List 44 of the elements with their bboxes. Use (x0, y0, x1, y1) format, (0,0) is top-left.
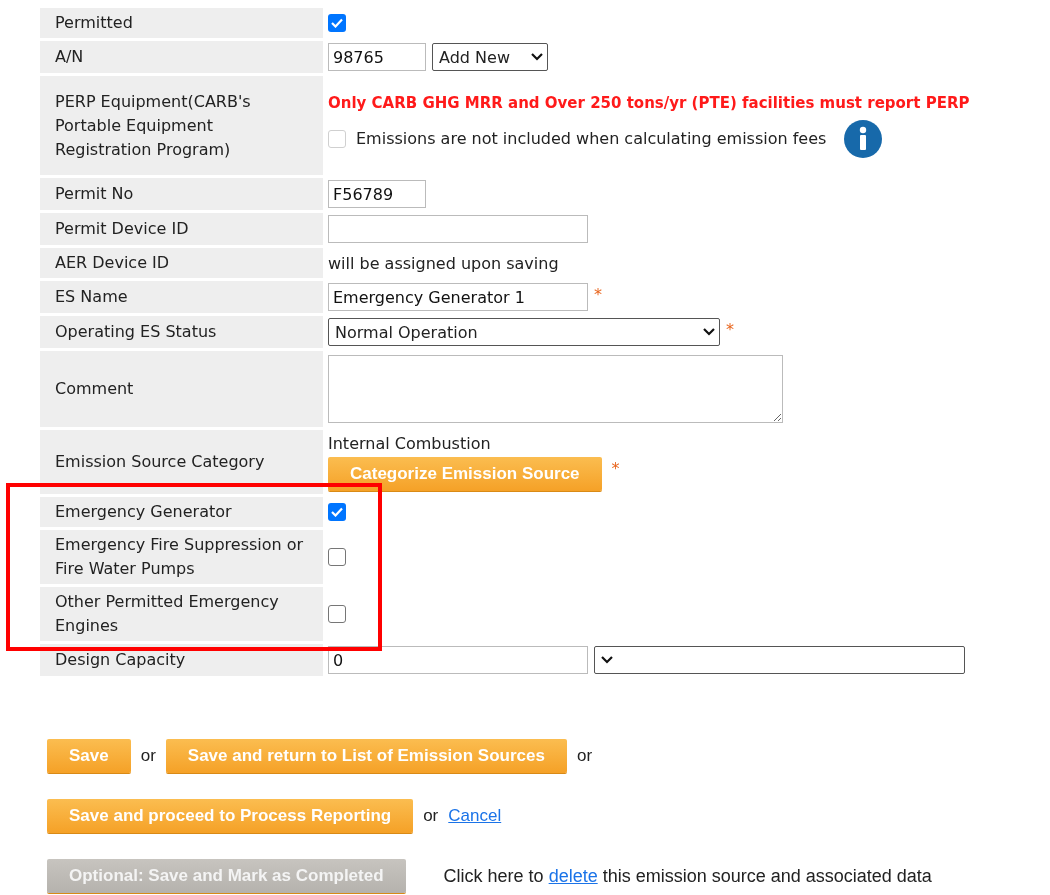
value-text: will be assigned upon saving (328, 253, 559, 273)
delete-instruction: Click here to delete this emission source and associated data (443, 865, 932, 887)
chevron-icon (601, 656, 613, 664)
field-label: AER Device ID (55, 252, 170, 274)
comment-field[interactable] (328, 355, 783, 423)
text-field[interactable] (328, 215, 588, 243)
field-label: Permitted (55, 12, 133, 34)
number-field[interactable]: 0 (328, 646, 588, 674)
value-text: Internal Combustion (328, 433, 492, 453)
checkbox[interactable] (328, 548, 346, 566)
separator-text: or (140, 746, 156, 766)
separator-text: or (423, 806, 439, 826)
field-label: ES Name (55, 286, 128, 308)
delete-link[interactable]: delete (548, 865, 598, 886)
dropdown[interactable]: Add New (432, 43, 548, 71)
field-label: Permit Device ID (55, 218, 189, 240)
required-mark: * (611, 458, 620, 478)
text-field[interactable]: Emergency Generator 1 (328, 283, 588, 311)
chevron-icon (703, 328, 715, 336)
dropdown[interactable]: Normal Operation (328, 318, 720, 346)
field-label: PERP Equipment(CARB's Portable Equipment Registration Program) (55, 90, 252, 161)
field-label: Comment (55, 378, 134, 400)
field-label: Operating ES Status (55, 321, 217, 343)
field-label: A/N (55, 46, 84, 68)
field-label: Permit No (55, 183, 134, 205)
info-icon[interactable] (844, 119, 883, 158)
checkbox[interactable] (328, 14, 346, 32)
field-label: Emergency Fire Suppression or Fire Water Pumps (55, 534, 305, 580)
separator-text: or (576, 746, 593, 766)
required-mark: * (726, 320, 734, 339)
text-field[interactable]: F56789 (328, 180, 426, 208)
field-label: Design Capacity (55, 649, 186, 671)
field-label: Emergency Generator (55, 501, 232, 523)
checkbox[interactable] (328, 605, 346, 623)
dropdown[interactable] (594, 646, 965, 674)
field-label: Other Permitted Emergency Engines (55, 591, 280, 637)
required-mark: * (594, 285, 602, 304)
checkbox-label: Emissions are not included when calculating emission fees (356, 129, 827, 148)
number-field[interactable]: 98765 (328, 43, 426, 71)
field-label: Emission Source Category (55, 451, 265, 473)
chevron-icon (531, 53, 543, 61)
checkbox[interactable] (328, 503, 346, 521)
warning-text: Only CARB GHG MRR and Over 250 tons/yr (PTE) facilities must report PERP (328, 93, 971, 112)
cancel-link[interactable]: Cancel (448, 806, 502, 825)
